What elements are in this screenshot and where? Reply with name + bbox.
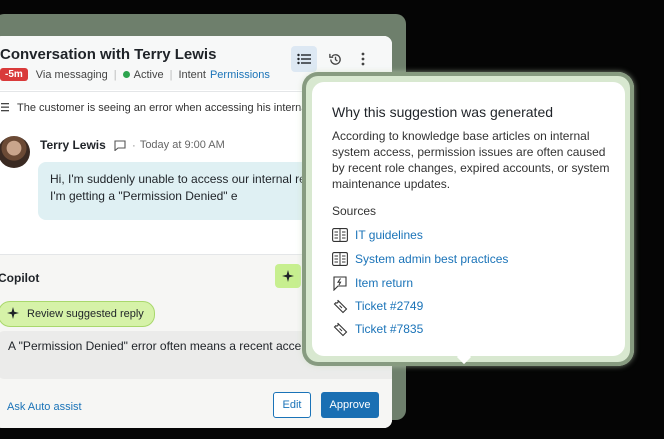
review-label: Review suggested reply [27, 308, 144, 320]
summary-text: The customer is seeing an error when acc… [17, 102, 320, 114]
sparkle-icon [282, 270, 294, 282]
source-label: Ticket #2749 [355, 299, 424, 313]
ask-auto-assist-link[interactable]: Ask Auto assist [7, 401, 82, 413]
edit-button[interactable]: Edit [273, 392, 311, 418]
ticket-icon [332, 298, 348, 314]
source-link-ticket-2749[interactable]: Ticket #2749 [332, 298, 423, 314]
article-icon [332, 251, 348, 267]
message-header: Terry Lewis · Today at 9:00 AM [40, 138, 225, 152]
more-icon[interactable] [350, 46, 376, 72]
divider: | [169, 68, 173, 81]
review-suggested-reply-button[interactable]: Review suggested reply [0, 301, 155, 327]
sparkle-icon [7, 306, 19, 322]
intent-link[interactable]: Permissions [210, 69, 270, 81]
source-link-system-admin[interactable]: System admin best practices [332, 251, 508, 267]
article-icon [332, 227, 348, 243]
source-label: System admin best practices [355, 252, 509, 266]
source-label: Item return [355, 276, 414, 290]
popover-title: Why this suggestion was generated [332, 104, 554, 120]
chat-icon [114, 139, 126, 151]
source-link-it-guidelines[interactable]: IT guidelines [332, 227, 423, 243]
source-label: Ticket #7835 [355, 322, 424, 336]
conversation-meta: -5m Via messaging | Active | Intent Perm… [0, 68, 270, 81]
separator-dot: · [131, 138, 136, 152]
history-icon[interactable] [322, 46, 348, 72]
ticket-icon [332, 321, 348, 337]
source-label: IT guidelines [355, 228, 423, 242]
copilot-sparkle-button[interactable] [275, 264, 301, 288]
sources-label: Sources [332, 204, 377, 218]
popover-body: According to knowledge base articles on … [332, 129, 610, 191]
divider: | [113, 68, 117, 81]
intent-label: Intent [178, 68, 206, 81]
sender-name: Terry Lewis [40, 138, 106, 152]
page-title: Conversation with Terry Lewis [0, 46, 217, 63]
avatar [0, 136, 30, 168]
channel-label: Via messaging [35, 68, 108, 81]
message-time: Today at 9:00 AM [139, 139, 225, 151]
macro-icon [332, 275, 348, 291]
suggestion-explanation-popover: Why this suggestion was generated Accord… [312, 82, 625, 356]
list-icon[interactable] [291, 46, 317, 72]
source-link-ticket-7835[interactable]: Ticket #7835 [332, 321, 423, 337]
summary-list-icon [0, 102, 9, 115]
wait-time-badge: -5m [0, 68, 28, 81]
copilot-label: Copilot [0, 271, 40, 285]
status-dot-icon [122, 71, 130, 78]
status-label: Active [133, 68, 164, 81]
source-link-item-return[interactable]: Item return [332, 275, 413, 291]
approve-button[interactable]: Approve [321, 392, 379, 418]
